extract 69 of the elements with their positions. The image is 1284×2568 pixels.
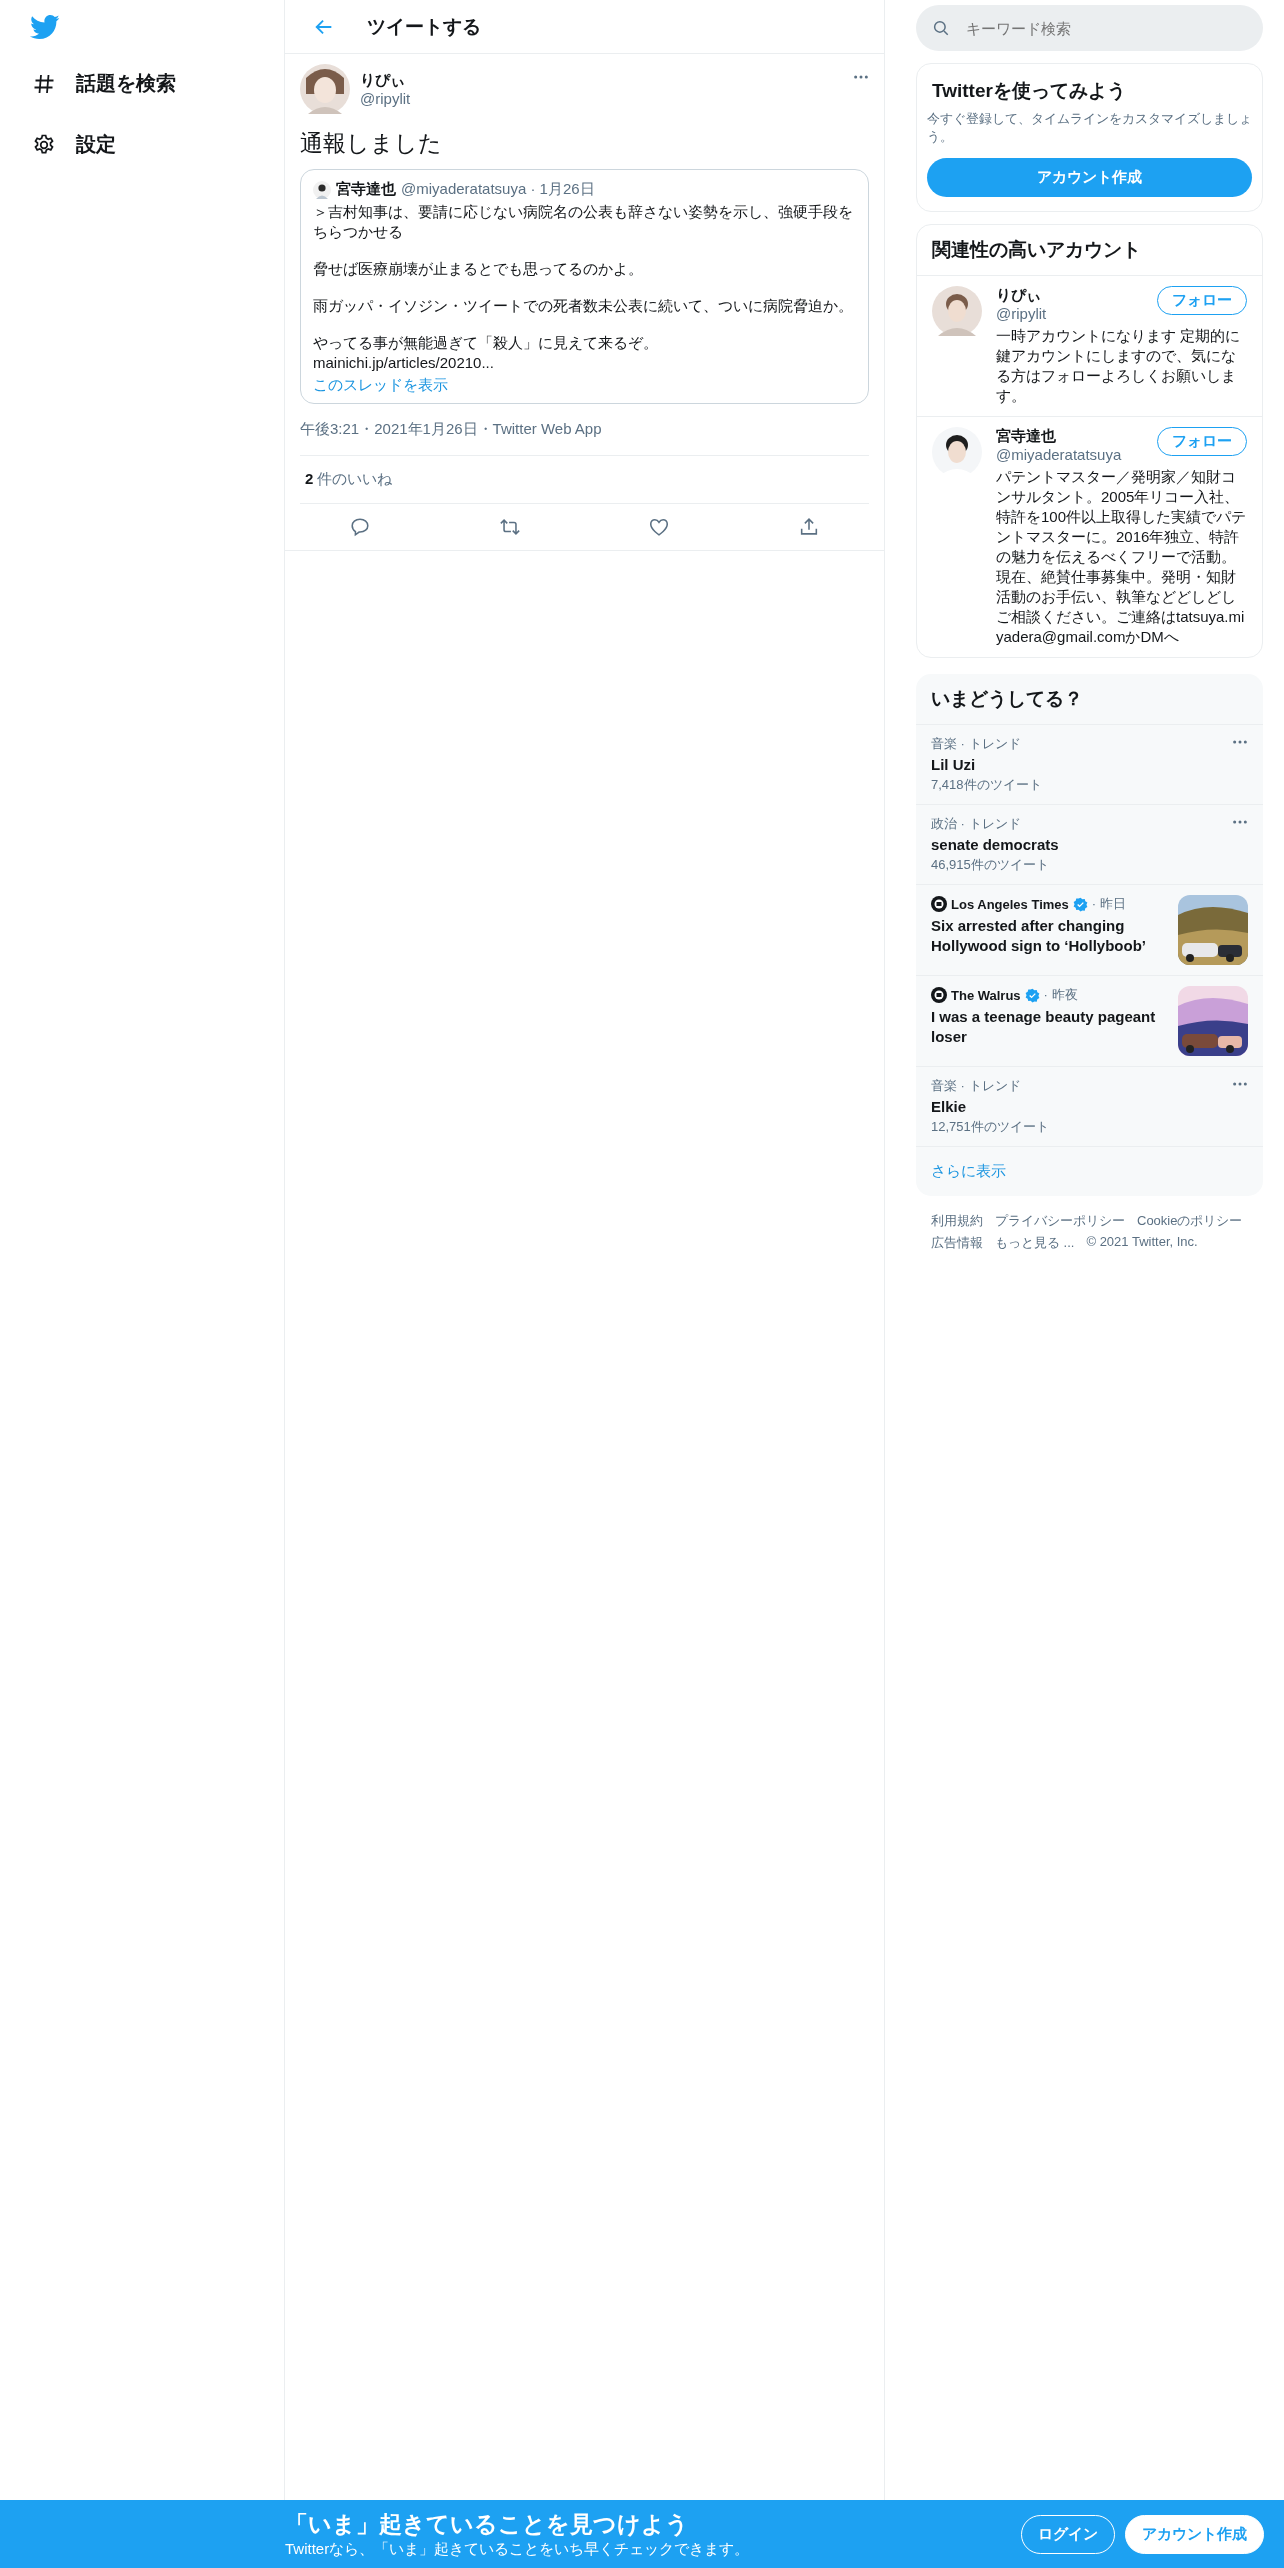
footer-link[interactable]: もっと見る ... (995, 1234, 1075, 1252)
news-source: Los Angeles Times (951, 896, 1069, 912)
trend-category: 音楽 · トレンド (931, 735, 1022, 753)
more-icon[interactable] (1232, 819, 1248, 825)
account-name: りぴぃ (996, 286, 1042, 305)
account-bio: パテントマスター／発明家／知財コンサルタント。2005年リコー入社、特許を100件以上取得した実績でパテントマスターに。2016年独立、特許の魅力を伝えるべくフリーで活動。現在、絶賛仕事募集中。発明・知財活動のお手伝い、執筆などどしどしご相談ください。ご連絡はtatsuya.miyadera@gmail.comかDMへ (996, 467, 1247, 647)
trend-category: 政治 · トレンド (931, 815, 1022, 833)
source-logo-icon (931, 987, 947, 1003)
news-time: · 昨日 (1091, 895, 1126, 913)
account-name: 宮寺達也 (996, 427, 1057, 446)
footer-link[interactable]: 利用規約 (931, 1212, 983, 1230)
heart-icon[interactable] (648, 516, 671, 538)
page-title: ツイートする (367, 14, 481, 39)
source-logo-icon (931, 896, 947, 912)
more-icon[interactable] (1232, 1081, 1248, 1087)
news-headline[interactable]: Six arrested after changing Hollywood sign to ‘Hollyboob’ (931, 916, 1170, 956)
more-icon[interactable] (853, 74, 869, 80)
tweet-timestamp: 午後3:21・2021年1月26日・Twitter Web App (300, 404, 869, 456)
quoted-tweet[interactable]: 宮寺達也 @miyaderatatsuya · 1月26日 ＞吉村知事は、要請に応じない病院名の公表も辞さない姿勢を示し、強硬手段をちらつかせる 脅せば医療崩壊が止まるとでも思ってるのかよ。 雨ガッパ・イソジン・ツイートでの死者数未公表に続いて、ついに病院脅迫か。 やってる事が無能過ぎて「殺人」に見えて来るぞ。 mainichi.jp/articles/20210... このスレッドを表示 (300, 169, 869, 404)
quoted-paragraph: 雨ガッパ・イソジン・ツイートでの死者数未公表に続いて、ついに病院脅迫か。 (313, 296, 854, 316)
news-source: The Walrus (951, 987, 1021, 1003)
settings-icon (32, 132, 56, 157)
account-bio: 一時アカウントになります 定期的に鍵アカウントにしますので、気になる方はフォローよろしくお願いします。 (996, 326, 1242, 406)
show-more-link[interactable]: さらに表示 (916, 1147, 1263, 1196)
follow-button[interactable]: フォロー (1157, 286, 1247, 315)
search-icon (932, 19, 950, 37)
banner-subtitle: Twitterなら、「いま」起きていることをいち早くチェックできます。 (285, 2540, 750, 2559)
nav-item[interactable]: 設定 (28, 119, 122, 170)
trend-name[interactable]: senate democrats (931, 836, 1224, 853)
author-name: りぴぃ (360, 71, 406, 90)
author-handle: @ripylit (360, 90, 412, 107)
quoted-meta: @miyaderatatsuya · 1月26日 (401, 180, 595, 199)
quoted-paragraph: ＞吉村知事は、要請に応じない病院名の公表も辞さない姿勢を示し、強硬手段をちらつかせる (313, 202, 854, 242)
follow-button[interactable]: フォロー (1157, 427, 1247, 456)
card-title: いまどうしてる？ (916, 674, 1263, 725)
footer-link[interactable]: 広告情報 (931, 1234, 983, 1252)
news-headline[interactable]: I was a teenage beauty pageant loser (931, 1007, 1170, 1047)
retweet-icon[interactable] (498, 516, 521, 538)
footer-link[interactable]: © 2021 Twitter, Inc. (1086, 1234, 1198, 1252)
footer-link[interactable]: プライバシーポリシー (995, 1212, 1125, 1230)
reply-icon[interactable] (348, 516, 371, 538)
create-account-button[interactable]: アカウント作成 (1125, 2514, 1264, 2554)
more-icon[interactable] (1232, 739, 1248, 745)
news-time: · 昨夜 (1043, 986, 1078, 1004)
like-label: 件のいいね (317, 470, 393, 489)
tweet-text: 通報しました (300, 129, 443, 158)
card-title: 関連性の高いアカウント (917, 225, 1262, 276)
show-thread-link[interactable]: このスレッドを表示 (313, 376, 856, 395)
card-title: Twitterを使ってみよう (931, 79, 1127, 103)
quoted-paragraph: 脅せば医療崩壊が止まるとでも思ってるのかよ。 (313, 259, 644, 279)
tweet-count: 46,915件のツイート (931, 856, 1050, 874)
tweet-count: 12,751件のツイート (931, 1118, 1050, 1136)
trend-category: 音楽 · トレンド (931, 1077, 1022, 1095)
search-field[interactable]: キーワード検索 (916, 5, 1263, 51)
quoted-author-name: 宮寺達也 (336, 180, 396, 199)
bird-logo-icon[interactable] (30, 15, 60, 40)
footer-link[interactable]: Cookieのポリシー (1137, 1212, 1243, 1230)
nav-item[interactable]: 話題を検索 (28, 58, 182, 109)
account-handle: @ripylit (996, 305, 1048, 322)
trend-name[interactable]: Elkie (931, 1098, 1224, 1115)
quoted-paragraph: やってる事が無能過ぎて「殺人」に見えて来るぞ。 mainichi.jp/articles/20210... (313, 333, 659, 373)
avatar-icon (313, 180, 331, 199)
create-account-button[interactable]: アカウント作成 (927, 158, 1252, 197)
tweet-count: 7,418件のツイート (931, 776, 1043, 794)
like-count: 2 (305, 470, 314, 489)
account-handle: @miyaderatatsuya (996, 446, 1123, 463)
signup-text: 今すぐ登録して、タイムラインをカスタマイズしましょう。 (927, 110, 1252, 146)
trend-name[interactable]: Lil Uzi (931, 756, 1224, 773)
banner-title: 「いま」起きていることを見つけよう (285, 2510, 690, 2539)
